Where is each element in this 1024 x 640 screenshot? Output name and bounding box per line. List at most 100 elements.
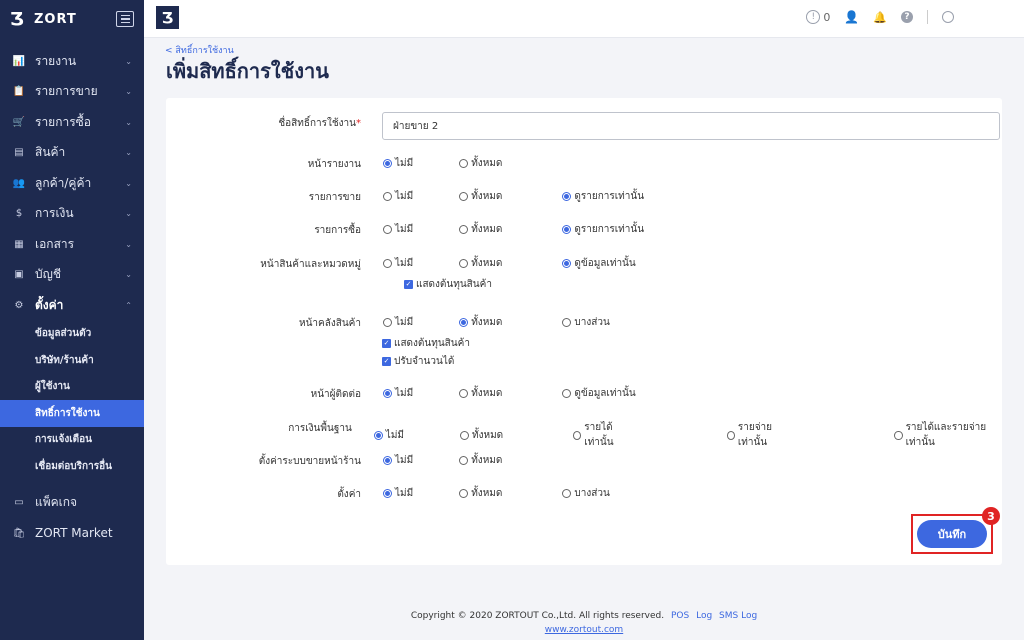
- website-link[interactable]: www.zortout.com: [545, 625, 623, 635]
- radio-option[interactable]: ไม่มี: [383, 256, 413, 271]
- sidebar-item-label: สินค้า: [35, 145, 66, 160]
- sidebar-subitem-0[interactable]: ข้อมูลส่วนตัว: [0, 321, 144, 348]
- radio-option-label: รายได้เท่านั้น: [584, 422, 614, 448]
- sidebar-subitem-1[interactable]: บริษัท/ร้านค้า: [0, 347, 144, 374]
- sidebar-subitem-3[interactable]: สิทธิ์การใช้งาน: [0, 400, 144, 427]
- radio-option[interactable]: รายได้และรายจ่ายเท่านั้น: [894, 420, 1002, 450]
- checkbox-label: ปรับจำนวนได้: [394, 356, 455, 367]
- clipboard-icon: 📋: [12, 86, 26, 98]
- sidebar-item-4[interactable]: 👥 ลูกค้า/คู่ค้า ⌄: [0, 168, 144, 199]
- footer-link-sms-log[interactable]: SMS Log: [719, 611, 757, 621]
- radio-option[interactable]: ทั้งหมด: [460, 428, 503, 443]
- radio-option[interactable]: ไม่มี: [383, 222, 413, 237]
- radio-option-label: ทั้งหมด: [471, 224, 503, 235]
- checkbox-option[interactable]: ✓ แสดงต้นทุนสินค้า: [404, 277, 492, 292]
- save-button[interactable]: บันทึก: [917, 520, 987, 548]
- sidebar-item-2[interactable]: 🛒 รายการซื้อ ⌄: [0, 107, 144, 138]
- radio-option[interactable]: ทั้งหมด: [459, 486, 502, 501]
- sidebar-bottom-item-1[interactable]: 🛍 ZORT Market: [0, 518, 144, 549]
- radio-option-label: ไม่มี: [395, 191, 414, 202]
- radio-option[interactable]: ทั้งหมด: [459, 386, 502, 401]
- radio-option[interactable]: ทั้งหมด: [459, 256, 502, 271]
- radio-unchecked-icon: [383, 192, 392, 201]
- radio-option[interactable]: บางส่วน: [562, 486, 610, 501]
- sidebar-bottom-item-0[interactable]: ▭ แพ็คเกจ: [0, 488, 144, 519]
- sidebar-item-label: รายงาน: [35, 53, 77, 68]
- radio-option-label: บางส่วน: [574, 488, 610, 499]
- radio-option[interactable]: บางส่วน: [562, 315, 610, 330]
- help-icon[interactable]: ?: [901, 11, 913, 23]
- checkbox-option[interactable]: ✓ ปรับจำนวนได้: [382, 354, 454, 369]
- radio-option-label: ทั้งหมด: [471, 317, 503, 328]
- sidebar-subitem-4[interactable]: การแจ้งเตือน: [0, 427, 144, 454]
- checkbox-checked-icon: ✓: [382, 357, 391, 366]
- footer-link-log[interactable]: Log: [696, 611, 712, 621]
- radio-option[interactable]: ดูข้อมูลเท่านั้น: [562, 256, 636, 271]
- sidebar-item-5[interactable]: $ การเงิน ⌄: [0, 199, 144, 230]
- sidebar-item-label: ZORT Market: [35, 526, 113, 541]
- radio-option[interactable]: ไม่มี: [383, 486, 413, 501]
- permission-row: รายการขาย ไม่มี ทั้งหมด ดูรายการเท่านั้น: [166, 189, 644, 205]
- radio-option[interactable]: ดูข้อมูลเท่านั้น: [562, 386, 636, 401]
- radio-option[interactable]: ไม่มี: [383, 156, 413, 171]
- radio-option[interactable]: ทั้งหมด: [459, 315, 502, 330]
- radio-group: ไม่มี ทั้งหมด ดูรายการเท่านั้น: [383, 189, 644, 204]
- radio-option[interactable]: ทั้งหมด: [459, 453, 502, 468]
- radio-option[interactable]: ดูรายการเท่านั้น: [562, 222, 644, 237]
- cart-icon: 🛒: [12, 116, 26, 128]
- user-icon[interactable]: 👤: [844, 10, 859, 24]
- radio-option[interactable]: ทั้งหมด: [459, 222, 502, 237]
- radio-option[interactable]: ไม่มี: [383, 189, 413, 204]
- document-icon: ▦: [14, 238, 24, 250]
- radio-option[interactable]: ดูรายการเท่านั้น: [562, 189, 644, 204]
- sidebar-item-7[interactable]: ▣ บัญชี ⌄: [0, 260, 144, 291]
- footer-link-pos[interactable]: POS: [671, 611, 689, 621]
- brand-name: ZORT: [34, 11, 77, 27]
- sidebar-item-3[interactable]: ▤ สินค้า ⌄: [0, 138, 144, 169]
- profile-icon[interactable]: [942, 11, 954, 23]
- sidebar-item-1[interactable]: 📋 รายการขาย ⌄: [0, 77, 144, 108]
- radio-option-label: ทั้งหมด: [472, 429, 504, 441]
- radio-option[interactable]: ไม่มี: [373, 428, 404, 443]
- contacts-icon: 👥: [12, 177, 26, 189]
- notification-count: 0: [823, 10, 831, 24]
- radio-group: ไม่มี ทั้งหมด: [383, 156, 502, 171]
- footer: Copyright © 2020 ZORTOUT Co.,Ltd. All ri…: [144, 609, 1024, 637]
- top-icons: ! 0 👤 🔔 ?: [806, 10, 954, 24]
- radio-option-label: ทั้งหมด: [471, 455, 503, 466]
- checkbox-option[interactable]: ✓ แสดงต้นทุนสินค้า: [382, 336, 470, 351]
- radio-option[interactable]: ไม่มี: [383, 315, 413, 330]
- permission-form-card: ชื่อสิทธิ์การใช้งาน* บันทึก 3 หน้ารายงาน…: [166, 98, 1002, 565]
- sidebar-item-label: การเงิน: [35, 206, 74, 221]
- radio-option[interactable]: ทั้งหมด: [459, 189, 502, 204]
- radio-unchecked-icon: [383, 318, 392, 327]
- radio-option[interactable]: ไม่มี: [383, 453, 413, 468]
- info-notification[interactable]: ! 0: [806, 10, 830, 24]
- radio-option[interactable]: ทั้งหมด: [459, 156, 502, 171]
- radio-checked-icon: [383, 456, 392, 465]
- sidebar-item-0[interactable]: 📊 รายงาน ⌄: [0, 46, 144, 77]
- radio-option[interactable]: รายได้เท่านั้น: [573, 420, 635, 450]
- zort-logo-icon: Ʒ: [10, 8, 24, 30]
- step-badge: 3: [982, 507, 1000, 525]
- sidebar-item-8[interactable]: ⚙ ตั้งค่า ⌃: [0, 290, 144, 321]
- permission-row-label: รายการขาย: [308, 192, 361, 203]
- radio-unchecked-icon: [726, 430, 735, 440]
- page-title: เพิ่มสิทธิ์การใช้งาน: [166, 59, 329, 83]
- sidebar-subitem-2[interactable]: ผู้ใช้งาน: [0, 374, 144, 401]
- radio-option[interactable]: ไม่มี: [383, 386, 413, 401]
- chevron-down-icon: ⌄: [125, 56, 132, 66]
- radio-group: ไม่มี ทั้งหมด ดูข้อมูลเท่านั้น: [383, 256, 636, 271]
- sidebar-item-6[interactable]: ▦ เอกสาร ⌄: [0, 229, 144, 260]
- sidebar-nav: 📊 รายงาน ⌄ 📋 รายการขาย ⌄ 🛒 รายการซื้อ ⌄ ▤ สินค้า ⌄ 👥…: [0, 46, 144, 549]
- radio-option[interactable]: รายจ่ายเท่านั้น: [726, 420, 794, 450]
- bell-icon[interactable]: 🔔: [873, 11, 887, 24]
- top-logo-icon[interactable]: Ʒ: [156, 6, 179, 29]
- permission-row: ตั้งค่าระบบขายหน้าร้าน ไม่มี ทั้งหมด: [166, 453, 503, 469]
- permission-row-label: ตั้งค่าระบบขายหน้าร้าน: [258, 456, 361, 467]
- radio-option-label: ทั้งหมด: [471, 258, 503, 269]
- radio-checked-icon: [562, 192, 572, 201]
- permission-name-input[interactable]: [382, 112, 1000, 140]
- sidebar-subitem-5[interactable]: เชื่อมต่อบริการอื่น: [0, 453, 144, 480]
- menu-toggle-icon[interactable]: [116, 11, 134, 27]
